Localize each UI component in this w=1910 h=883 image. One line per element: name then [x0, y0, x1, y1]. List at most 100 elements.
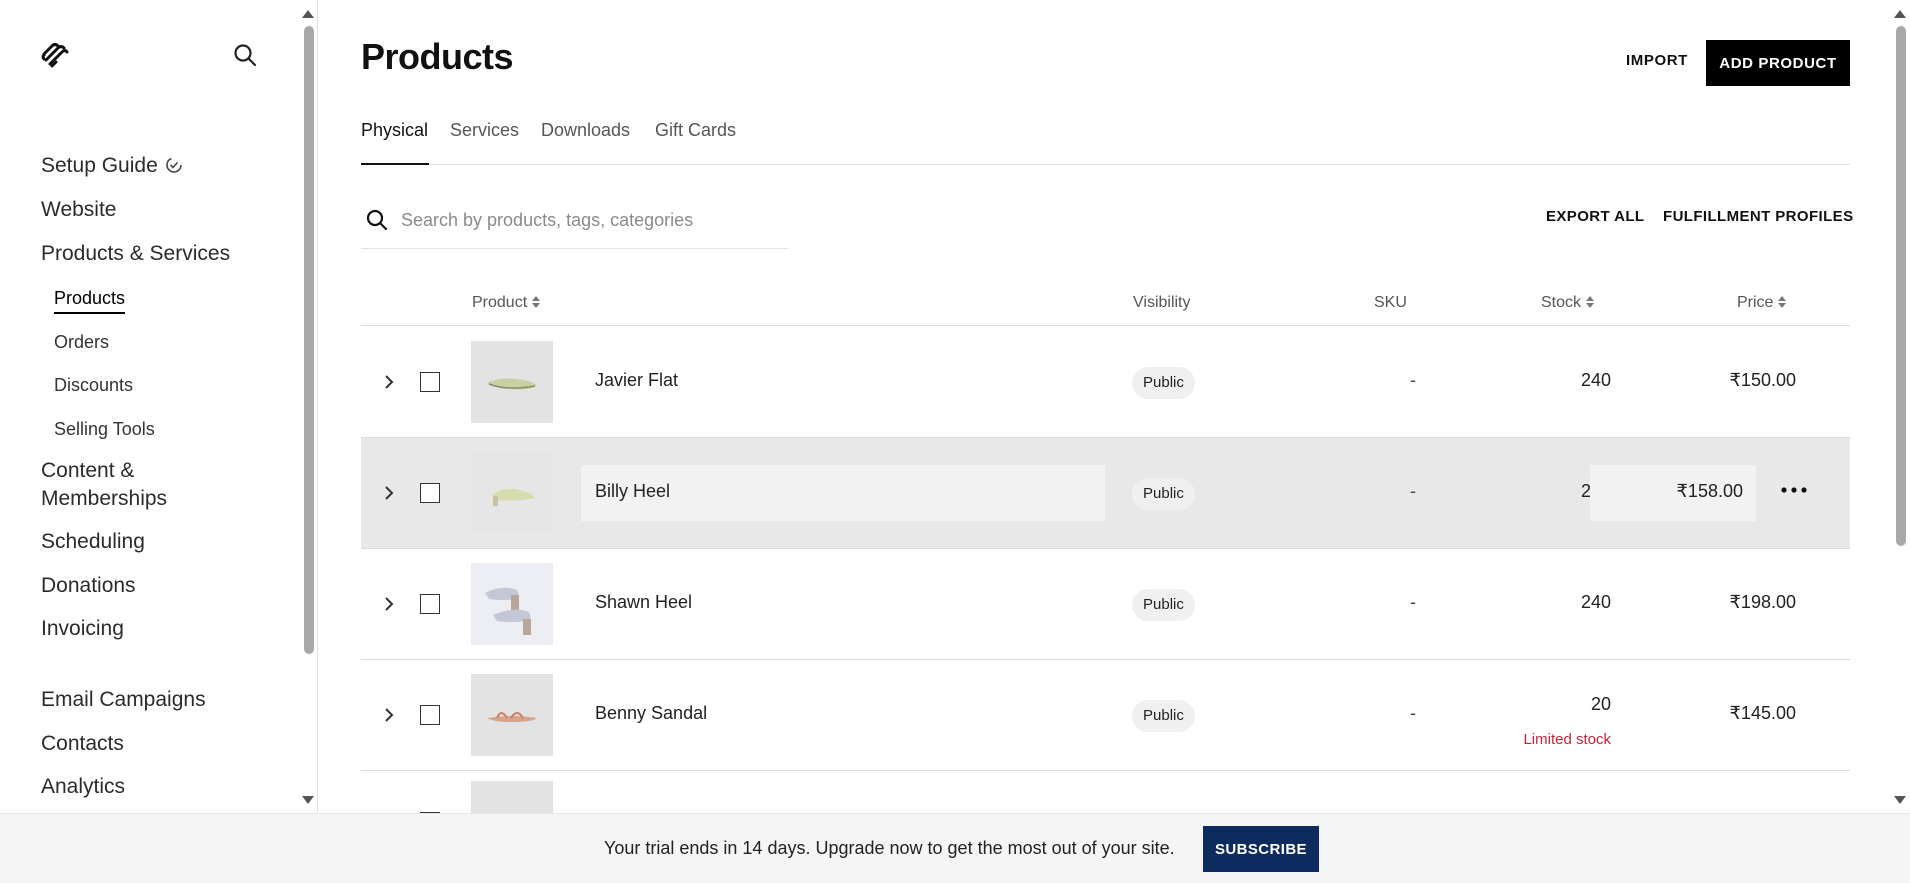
sidebar-subitem-discounts[interactable]: Discounts: [54, 373, 133, 397]
product-name[interactable]: Benny Sandal: [595, 703, 707, 724]
sidebar-item-donations[interactable]: Donations: [41, 572, 136, 600]
column-header-product[interactable]: Product: [472, 294, 541, 312]
sidebar-item-analytics[interactable]: Analytics: [41, 773, 125, 801]
product-type-tabs: Physical Services Downloads Gift Cards: [361, 118, 1850, 165]
squarespace-logo-icon[interactable]: [38, 40, 70, 72]
subscribe-button[interactable]: SUBSCRIBE: [1203, 826, 1319, 872]
active-tab-indicator: [361, 163, 429, 165]
visibility-badge: Public: [1132, 589, 1195, 621]
row-checkbox[interactable]: [420, 372, 440, 392]
fulfillment-profiles-link[interactable]: FULFILLMENT PROFILES: [1663, 208, 1853, 225]
visibility-badge: Public: [1132, 367, 1195, 399]
main-content: Products IMPORT ADD PRODUCT Physical Ser…: [320, 0, 1892, 817]
table-row[interactable]: Shawn Heel Public - 240 ₹198.00: [361, 549, 1850, 660]
tab-services[interactable]: Services: [450, 118, 519, 142]
price-value[interactable]: ₹150.00: [1651, 370, 1796, 391]
product-name[interactable]: Javier Flat: [595, 370, 678, 391]
search-input[interactable]: [401, 204, 781, 236]
import-button[interactable]: IMPORT: [1612, 44, 1702, 78]
product-thumbnail[interactable]: [471, 452, 553, 534]
visibility-badge: Public: [1132, 478, 1195, 510]
sidebar-item-label: Memberships: [41, 487, 168, 510]
product-name[interactable]: Shawn Heel: [595, 592, 692, 613]
page-title: Products: [361, 36, 514, 77]
sidebar-subitem-orders[interactable]: Orders: [54, 330, 109, 354]
heel-shoe-image: [471, 452, 553, 534]
table-row[interactable]: [361, 767, 1850, 817]
sku-value: -: [1410, 370, 1416, 390]
sidebar-item-content-memberships[interactable]: Content & Memberships: [41, 457, 167, 513]
sidebar-item-contacts[interactable]: Contacts: [41, 730, 124, 758]
price-value[interactable]: ₹198.00: [1651, 592, 1796, 613]
trial-banner: Your trial ends in 14 days. Upgrade now …: [0, 813, 1910, 883]
chevron-right-icon[interactable]: [379, 482, 399, 504]
product-search: [361, 202, 788, 249]
tab-physical[interactable]: Physical: [361, 118, 428, 142]
table-header: Product Visibility SKU Stock Price: [361, 290, 1850, 326]
search-icon: [366, 209, 388, 231]
product-thumbnail[interactable]: [471, 563, 553, 645]
stock-value[interactable]: 240: [1531, 592, 1611, 613]
sort-icon: [1778, 296, 1787, 308]
export-all-link[interactable]: EXPORT ALL: [1546, 208, 1644, 225]
chevron-right-icon[interactable]: [379, 704, 399, 726]
sidebar-item-website[interactable]: Website: [41, 196, 116, 224]
column-label: Product: [472, 294, 528, 311]
sidebar-subitem-selling-tools[interactable]: Selling Tools: [54, 417, 155, 441]
stock-value[interactable]: 20: [1531, 694, 1611, 715]
progress-icon: [165, 157, 182, 173]
tab-gift-cards[interactable]: Gift Cards: [655, 118, 736, 142]
scroll-up-arrow-icon[interactable]: [1894, 10, 1906, 18]
sidebar-item-email-campaigns[interactable]: Email Campaigns: [41, 686, 206, 714]
sort-icon: [1586, 296, 1595, 308]
sidebar: Setup Guide Website Products & Services …: [0, 0, 318, 883]
sidebar-item-products-services[interactable]: Products & Services: [41, 240, 230, 268]
sidebar-item-label: Setup Guide: [41, 154, 158, 177]
row-checkbox[interactable]: [420, 705, 440, 725]
sidebar-subitem-products[interactable]: Products: [54, 286, 126, 314]
add-product-button[interactable]: ADD PRODUCT: [1706, 40, 1850, 86]
product-thumbnail[interactable]: [471, 674, 553, 756]
sidebar-scrollbar-thumb[interactable]: [304, 26, 314, 654]
visibility-badge: Public: [1132, 700, 1195, 732]
flat-shoe-image: [487, 378, 537, 390]
scroll-down-arrow-icon[interactable]: [302, 796, 314, 804]
product-name[interactable]: Billy Heel: [595, 481, 670, 502]
price-value[interactable]: ₹145.00: [1651, 703, 1796, 724]
more-options-icon[interactable]: [1776, 478, 1812, 502]
price-value[interactable]: ₹158.00: [1597, 481, 1743, 502]
column-label: Stock: [1541, 294, 1582, 311]
chevron-right-icon[interactable]: [379, 371, 399, 393]
sidebar-item-setup-guide[interactable]: Setup Guide: [41, 152, 184, 180]
search-icon[interactable]: [232, 42, 258, 68]
column-header-visibility: Visibility: [1133, 294, 1191, 311]
product-thumbnail[interactable]: [471, 781, 553, 817]
scroll-down-arrow-icon[interactable]: [1894, 796, 1906, 804]
tab-downloads[interactable]: Downloads: [541, 118, 630, 142]
main-scrollbar-thumb[interactable]: [1896, 26, 1906, 546]
sidebar-item-label: Content &: [41, 459, 135, 482]
scroll-up-arrow-icon[interactable]: [302, 10, 314, 18]
sku-value: -: [1410, 481, 1416, 501]
sort-icon: [532, 296, 541, 308]
table-row[interactable]: Javier Flat Public - 240 ₹150.00: [361, 327, 1850, 438]
row-checkbox[interactable]: [420, 483, 440, 503]
sidebar-item-invoicing[interactable]: Invoicing: [41, 615, 124, 643]
limited-stock-warning: Limited stock: [1523, 731, 1611, 748]
heel-shoe-image: [471, 563, 553, 645]
column-label: Price: [1737, 294, 1774, 311]
column-header-stock[interactable]: Stock: [1541, 294, 1595, 312]
sku-value: -: [1410, 592, 1416, 612]
chevron-right-icon[interactable]: [379, 593, 399, 615]
table-row[interactable]: Billy Heel Public - 240 ₹158.00: [361, 438, 1850, 549]
trial-message: Your trial ends in 14 days. Upgrade now …: [604, 838, 1175, 858]
stock-value[interactable]: 240: [1531, 370, 1611, 391]
table-row[interactable]: Benny Sandal Public - 20 Limited stock ₹…: [361, 660, 1850, 771]
sandal-image: [487, 712, 537, 722]
sidebar-item-scheduling[interactable]: Scheduling: [41, 528, 145, 556]
column-header-sku: SKU: [1374, 294, 1407, 311]
row-checkbox[interactable]: [420, 594, 440, 614]
product-thumbnail[interactable]: [471, 341, 553, 423]
sku-value: -: [1410, 703, 1416, 723]
column-header-price[interactable]: Price: [1737, 294, 1787, 312]
